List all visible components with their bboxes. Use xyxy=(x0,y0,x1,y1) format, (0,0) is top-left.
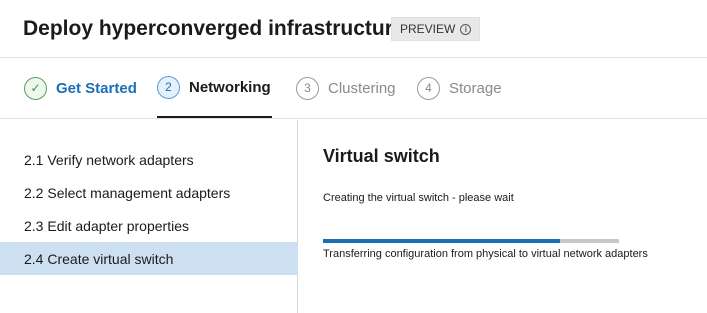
page-title: Deploy hyperconverged infrastructure xyxy=(23,17,405,40)
progress-caption: Transferring configuration from physical… xyxy=(323,248,648,260)
step-label: Get Started xyxy=(56,79,137,97)
wizard-steps: ✓ Get Started 2 Networking 3 Clustering … xyxy=(0,58,707,119)
section-title: Virtual switch xyxy=(323,146,440,166)
preview-badge-label: PREVIEW xyxy=(400,22,456,36)
step-clustering[interactable]: 3 Clustering xyxy=(296,58,396,118)
sidebar-item-create-virtual-switch[interactable]: 2.4 Create virtual switch xyxy=(0,242,298,275)
progress-fill xyxy=(323,239,560,243)
step-label: Clustering xyxy=(328,79,396,97)
step-networking[interactable]: 2 Networking xyxy=(157,58,272,118)
step-storage[interactable]: 4 Storage xyxy=(417,58,502,118)
step-label: Networking xyxy=(189,78,271,96)
step-number: 4 xyxy=(417,76,440,100)
sidebar-item-verify-network-adapters[interactable]: 2.1 Verify network adapters xyxy=(0,143,298,176)
main-content: Virtual switch Creating the virtual swit… xyxy=(299,120,707,313)
progress-bar xyxy=(323,239,619,243)
check-icon: ✓ xyxy=(24,76,47,100)
sidebar-item-select-management-adapters[interactable]: 2.2 Select management adapters xyxy=(0,176,298,209)
info-icon: i xyxy=(460,23,472,35)
step-label: Storage xyxy=(449,79,502,97)
substep-sidebar: 2.1 Verify network adapters 2.2 Select m… xyxy=(0,120,298,313)
step-get-started[interactable]: ✓ Get Started xyxy=(24,58,137,118)
step-number: 3 xyxy=(296,76,319,100)
preview-badge[interactable]: PREVIEW i xyxy=(391,17,481,41)
step-number: 2 xyxy=(157,75,180,99)
page-header: Deploy hyperconverged infrastructure PRE… xyxy=(0,0,707,58)
sidebar-item-edit-adapter-properties[interactable]: 2.3 Edit adapter properties xyxy=(0,209,298,242)
status-text: Creating the virtual switch - please wai… xyxy=(323,192,514,204)
